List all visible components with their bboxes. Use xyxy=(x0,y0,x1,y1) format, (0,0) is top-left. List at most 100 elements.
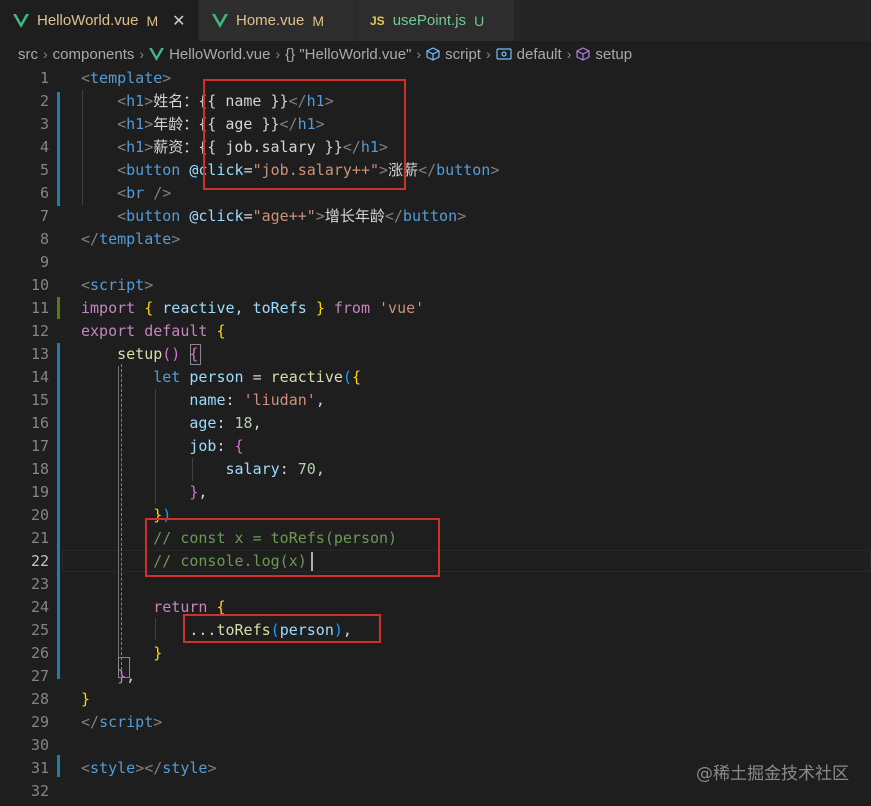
code-token: from xyxy=(333,299,370,317)
line-number: 27 xyxy=(30,667,49,685)
code-line[interactable]: <br /> xyxy=(81,182,171,205)
line-number: 1 xyxy=(39,69,49,87)
tab-badge: M xyxy=(146,12,159,29)
line-number: 11 xyxy=(30,299,49,317)
git-modified-marker xyxy=(57,92,60,206)
code-token: () xyxy=(162,345,181,363)
code-token: button xyxy=(436,161,491,179)
code-line[interactable]: }, xyxy=(81,481,207,504)
breadcrumb-item-setup[interactable]: setup xyxy=(595,46,632,63)
bracket-match-highlight xyxy=(190,344,201,365)
chevron-right-icon: › xyxy=(139,46,145,62)
enum-icon xyxy=(496,48,512,60)
line-number: 9 xyxy=(39,253,49,271)
line-number: 2 xyxy=(39,92,49,110)
vue-icon xyxy=(212,13,228,28)
code-token: export xyxy=(81,322,136,340)
code-editor[interactable]: <template> <h1>姓名：{{ name }}</h1> <h1>年龄… xyxy=(0,67,871,806)
code-token: < xyxy=(81,276,91,294)
annotation-box-template xyxy=(203,79,406,190)
code-token: : xyxy=(279,460,298,478)
code-token: > xyxy=(171,230,181,248)
code-token: > xyxy=(144,115,154,133)
code-line[interactable]: </script> xyxy=(81,711,162,734)
line-number: 7 xyxy=(39,207,49,225)
tab-label: HelloWorld.vue xyxy=(37,12,139,29)
line-number: 30 xyxy=(30,736,49,754)
line-number: 24 xyxy=(30,598,49,616)
line-number: 12 xyxy=(30,322,49,340)
line-number: 19 xyxy=(30,483,49,501)
code-line[interactable]: <style></style> xyxy=(81,757,216,780)
breadcrumb-item-module[interactable]: {} "HelloWorld.vue" xyxy=(285,46,411,63)
tab-label: usePoint.js xyxy=(392,12,467,29)
breadcrumb-item-default[interactable]: default xyxy=(517,46,562,63)
tab-usepoint-js[interactable]: JS usePoint.js U xyxy=(357,0,515,41)
code-token: > xyxy=(144,138,154,156)
code-line[interactable]: setup() { xyxy=(81,343,198,366)
code-token: = xyxy=(243,207,253,225)
line-number: 5 xyxy=(39,161,49,179)
annotation-box-comments xyxy=(145,518,440,577)
line-number: 28 xyxy=(30,690,49,708)
line-number: 23 xyxy=(30,575,49,593)
code-line[interactable]: </template> xyxy=(81,228,180,251)
code-token: template xyxy=(90,69,163,87)
code-line[interactable]: <button @click="age++">增长年龄</button> xyxy=(81,205,466,228)
code-line[interactable]: job: { xyxy=(81,435,243,458)
tab-home-vue[interactable]: Home.vue M xyxy=(199,0,357,41)
code-line[interactable]: salary: 70, xyxy=(81,458,325,481)
breadcrumb-item-file[interactable]: HelloWorld.vue xyxy=(169,46,270,63)
code-token: ></ xyxy=(135,759,163,777)
code-token: script xyxy=(90,276,145,294)
code-token: > xyxy=(144,92,154,110)
vue-icon xyxy=(149,47,164,61)
line-number: 21 xyxy=(30,529,49,547)
code-token: style xyxy=(162,759,208,777)
code-line[interactable]: name: 'liudan', xyxy=(81,389,324,412)
breadcrumb-item-script[interactable]: script xyxy=(445,46,481,63)
code-line[interactable]: export default { xyxy=(81,320,226,343)
code-token: 'liudan' xyxy=(243,391,316,409)
breadcrumb-item-components[interactable]: components xyxy=(53,46,135,63)
chevron-right-icon: › xyxy=(566,46,572,62)
cube-icon xyxy=(426,47,440,61)
code-token: /> xyxy=(144,184,172,202)
tab-badge: M xyxy=(312,12,325,29)
close-icon[interactable]: ✕ xyxy=(172,11,185,31)
watermark: @稀土掘金技术社区 xyxy=(696,764,849,784)
chevron-right-icon: › xyxy=(275,46,281,62)
code-line[interactable]: } xyxy=(81,688,90,711)
code-token: h1 xyxy=(126,138,145,156)
code-token: button xyxy=(126,207,181,225)
code-line[interactable]: <script> xyxy=(81,274,153,297)
line-number: 10 xyxy=(30,276,49,294)
code-token: import xyxy=(81,299,136,317)
git-modified-marker xyxy=(57,755,60,777)
code-line[interactable]: import { reactive, toRefs } from 'vue' xyxy=(81,297,424,320)
line-number: 8 xyxy=(39,230,49,248)
chevron-right-icon: › xyxy=(485,46,491,62)
line-number: 22 xyxy=(30,552,49,570)
line-number: 31 xyxy=(30,759,49,777)
breadcrumb-item-src[interactable]: src xyxy=(18,46,38,63)
code-token: 18 xyxy=(234,414,253,432)
code-line[interactable]: let person = reactive({ xyxy=(81,366,361,389)
code-token: } xyxy=(81,690,91,708)
code-line[interactable]: age: 18, xyxy=(81,412,261,435)
tab-helloworld-vue[interactable]: HelloWorld.vue M ✕ xyxy=(0,0,199,41)
code-token: < xyxy=(81,69,91,87)
line-number: 26 xyxy=(30,644,49,662)
code-token: </ xyxy=(81,713,100,731)
code-token: setup xyxy=(117,345,163,363)
code-line[interactable]: <template> xyxy=(81,67,171,90)
